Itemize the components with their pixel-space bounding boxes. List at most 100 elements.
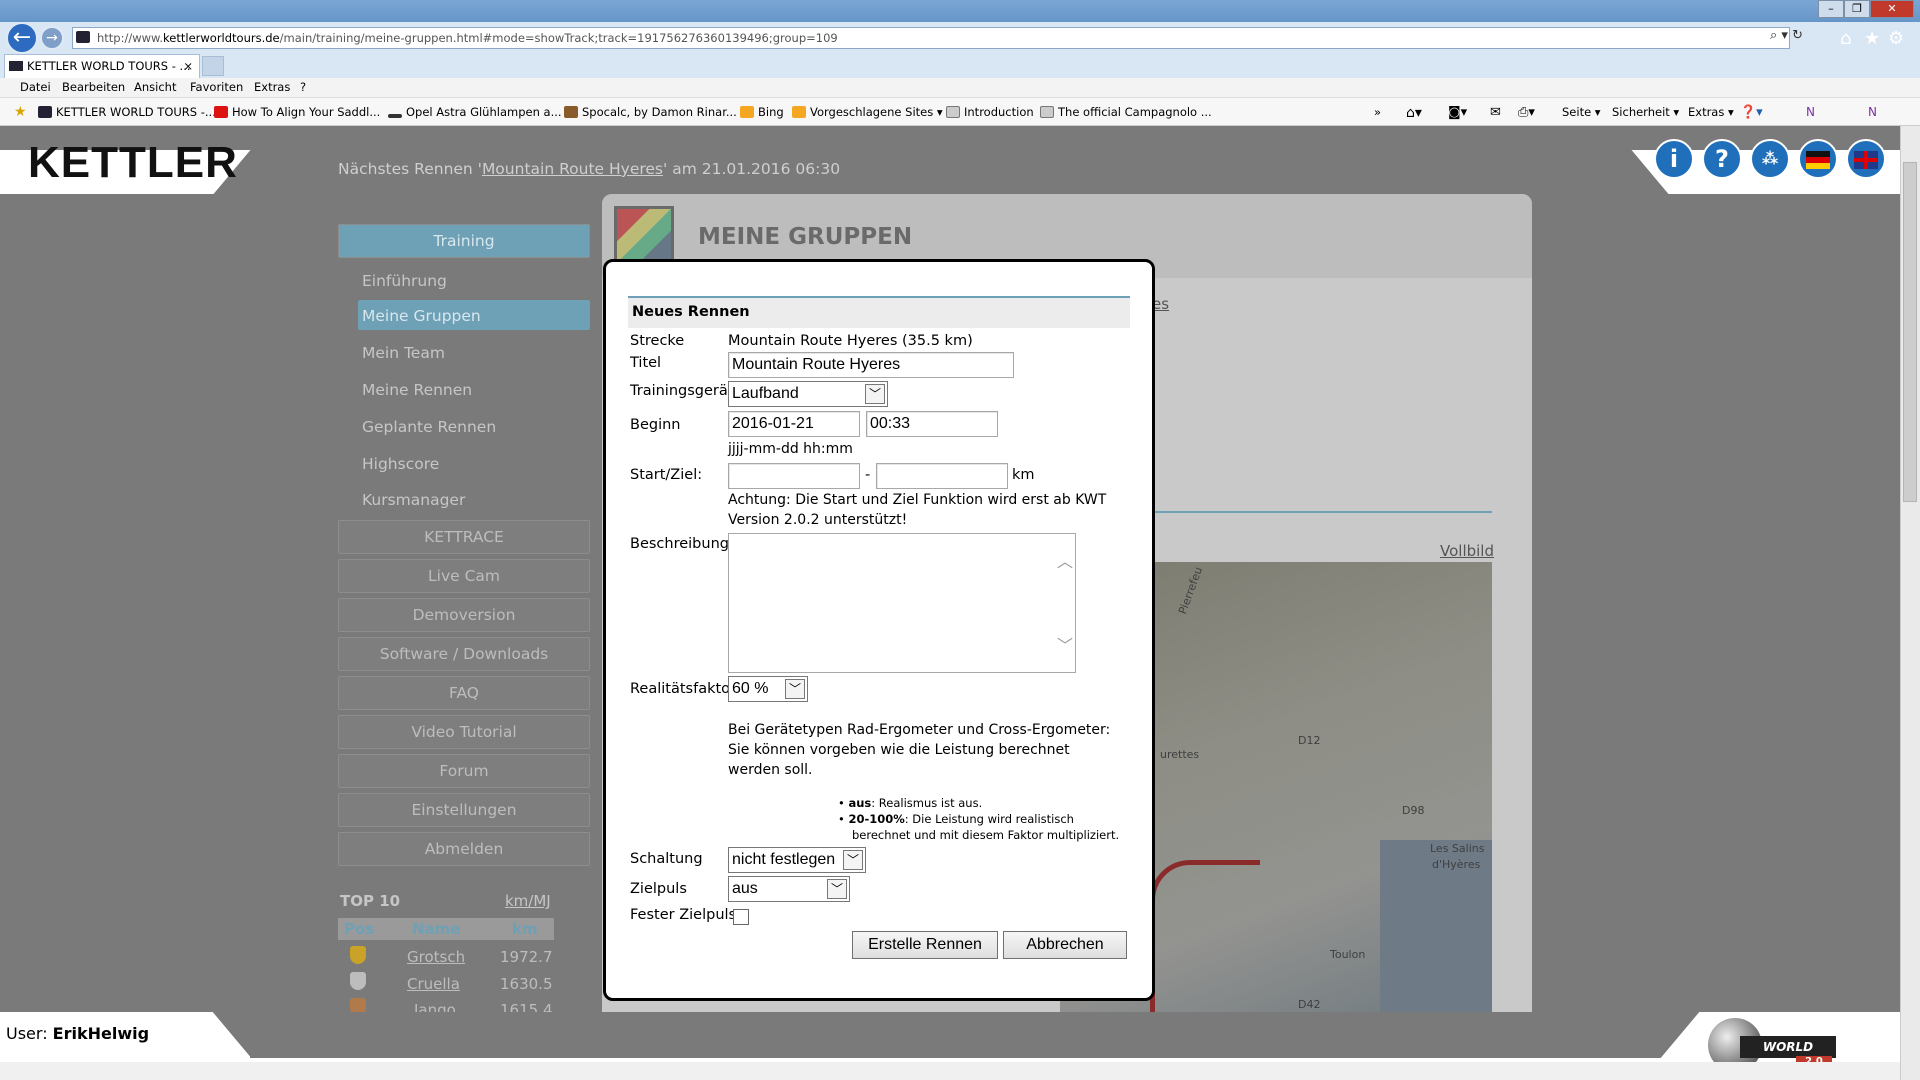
youtube-icon — [214, 106, 228, 118]
menu-bearbeiten[interactable]: Bearbeiten — [62, 80, 125, 94]
tab-favicon-icon — [9, 61, 23, 71]
gear-icon[interactable]: ⚙ — [1888, 28, 1904, 49]
favorite-item-spocalc[interactable]: Spocalc, by Damon Rinar... — [564, 105, 737, 119]
favorites-more-button[interactable]: » — [1374, 105, 1381, 119]
sub-nav-highscore[interactable]: Highscore — [362, 455, 439, 473]
beschreibung-textarea[interactable]: ︿ ﹀ — [728, 533, 1076, 673]
bullet-text: : Realismus ist aus. — [871, 796, 983, 810]
sub-nav-meine-rennen[interactable]: Meine Rennen — [362, 381, 472, 399]
url-domain: kettlerworldtours.de — [163, 31, 280, 45]
sub-nav-kursmanager[interactable]: Kursmanager — [362, 491, 465, 509]
german-flag-icon[interactable] — [1798, 139, 1838, 179]
community-icon[interactable]: ⁂ — [1750, 139, 1790, 179]
favorite-item-suggested[interactable]: Vorgeschlagene Sites ▾ — [792, 105, 943, 119]
dialog-title: Neues Rennen — [632, 304, 750, 320]
favorite-item-campagnolo[interactable]: The official Campagnolo ... — [1040, 105, 1212, 119]
favorite-item-opel[interactable]: Opel Astra Glühlampen a... — [388, 105, 562, 119]
help-icon[interactable]: ❓▾ — [1740, 105, 1763, 120]
help-circle-icon[interactable]: ? — [1702, 139, 1742, 179]
footer-band — [250, 1012, 1660, 1058]
spocalc-icon — [564, 106, 578, 118]
top10-name-2[interactable]: Cruella — [407, 975, 460, 993]
cmd-seite[interactable]: Seite ▾ — [1562, 105, 1601, 119]
nav-forum[interactable]: Forum — [338, 754, 590, 788]
search-refresh-controls[interactable]: ⌕ ▾ ↻ — [1770, 28, 1803, 43]
minimize-button[interactable]: – — [1818, 0, 1844, 18]
nav-faq[interactable]: FAQ — [338, 676, 590, 710]
uk-flag-icon[interactable] — [1846, 139, 1886, 179]
menu-favoriten[interactable]: Favoriten — [190, 80, 243, 94]
address-input[interactable]: http://www.kettlerworldtours.de/main/tra… — [72, 27, 1790, 49]
print-icon[interactable]: ⎙▾ — [1518, 105, 1535, 120]
trainingsgeraet-select[interactable]: Laufband ﹀ — [728, 381, 888, 407]
nav-demoversion[interactable]: Demoversion — [338, 598, 590, 632]
sub-nav-einfuehrung[interactable]: Einführung — [362, 272, 447, 290]
nav-software-downloads[interactable]: Software / Downloads — [338, 637, 590, 671]
favorite-item-bing[interactable]: Bing — [740, 105, 784, 119]
top10-unit-link[interactable]: km/MJ — [505, 892, 551, 910]
startziel-unit: km — [1012, 467, 1035, 483]
back-button[interactable]: ← — [6, 22, 38, 54]
new-tab-button[interactable] — [202, 56, 224, 76]
kettler-logo[interactable]: KETTLER — [28, 138, 238, 188]
menu-datei[interactable]: Datei — [20, 80, 51, 94]
map-label: D12 — [1298, 734, 1321, 747]
fullscreen-link[interactable]: Vollbild — [1440, 542, 1494, 560]
nav-video-tutorial[interactable]: Video Tutorial — [338, 715, 590, 749]
favorite-label: How To Align Your Saddl... — [232, 105, 381, 119]
nav-kettrace[interactable]: KETTRACE — [338, 520, 590, 554]
nav-training[interactable]: Training — [338, 224, 590, 258]
beginn-time-input[interactable]: 00:33 — [866, 411, 998, 437]
cmd-extras[interactable]: Extras ▾ — [1688, 105, 1734, 119]
create-race-button[interactable]: Erstelle Rennen — [852, 931, 998, 959]
sub-nav-mein-team[interactable]: Mein Team — [362, 344, 445, 362]
home-menu-icon[interactable]: ⌂▾ — [1406, 105, 1422, 121]
tab-close-icon[interactable]: × — [183, 55, 193, 77]
star-icon[interactable]: ★ — [1864, 28, 1880, 49]
favorite-label: KETTLER WORLD TOURS -... — [56, 105, 216, 119]
cancel-button[interactable]: Abbrechen — [1003, 931, 1127, 959]
window-close-button[interactable]: ✕ — [1870, 0, 1914, 18]
favorite-item-kettler[interactable]: KETTLER WORLD TOURS -... — [38, 105, 216, 119]
start-km-input[interactable] — [728, 463, 860, 489]
schaltung-select[interactable]: nicht festlegen ﹀ — [728, 847, 866, 873]
ziel-km-input[interactable] — [876, 463, 1008, 489]
favorite-item-youtube[interactable]: How To Align Your Saddl... — [214, 105, 380, 119]
nav-abmelden[interactable]: Abmelden — [338, 832, 590, 866]
chevron-down-icon: ﹀ — [843, 850, 863, 870]
realitaetsfaktor-select[interactable]: 60 % ﹀ — [728, 676, 808, 702]
next-race-link[interactable]: Mountain Route Hyeres — [482, 160, 663, 178]
sub-nav-geplante-rennen[interactable]: Geplante Rennen — [362, 418, 496, 436]
tab-kettler[interactable]: KETTLER WORLD TOURS - ... × — [4, 54, 200, 78]
favorites-star-icon[interactable]: ★ — [14, 104, 27, 120]
site-favicon-icon — [76, 31, 90, 43]
favorite-item-introduction[interactable]: Introduction — [946, 105, 1034, 119]
maximize-button[interactable]: ❐ — [1844, 0, 1870, 18]
mail-icon[interactable]: ✉ — [1490, 105, 1501, 120]
zielpuls-select[interactable]: aus ﹀ — [728, 876, 850, 902]
user-name: ErikHelwig — [52, 1024, 150, 1043]
strecke-label: Strecke — [630, 333, 685, 349]
menu-extras[interactable]: Extras — [254, 80, 290, 94]
nav-live-cam[interactable]: Live Cam — [338, 559, 590, 593]
onenote-send-icon[interactable]: N — [1868, 105, 1877, 119]
fester-zielpuls-checkbox[interactable] — [733, 909, 749, 925]
arrow-right-icon: → — [46, 30, 58, 46]
map-route-line — [1150, 860, 1260, 1012]
cmd-sicherheit[interactable]: Sicherheit ▾ — [1612, 105, 1679, 119]
titel-input[interactable]: Mountain Route Hyeres — [728, 352, 1014, 378]
nav-einstellungen[interactable]: Einstellungen — [338, 793, 590, 827]
home-icon[interactable]: ⌂ — [1840, 28, 1851, 49]
sub-nav-meine-gruppen[interactable]: Meine Gruppen — [362, 307, 481, 325]
bullet-bold: aus — [848, 796, 872, 810]
menu-help[interactable]: ? — [300, 80, 306, 94]
forward-button[interactable]: → — [40, 26, 64, 50]
top10-name-1[interactable]: Grotsch — [407, 948, 465, 966]
info-icon[interactable]: i — [1654, 139, 1694, 179]
trainingsgeraet-label: Trainingsgerät — [630, 383, 734, 399]
beginn-date-input[interactable]: 2016-01-21 — [728, 411, 860, 437]
menu-ansicht[interactable]: Ansicht — [134, 80, 176, 94]
scrollbar-thumb[interactable] — [1903, 162, 1917, 502]
onenote-icon[interactable]: N — [1806, 105, 1815, 119]
feeds-icon[interactable]: ◙▾ — [1448, 105, 1467, 120]
